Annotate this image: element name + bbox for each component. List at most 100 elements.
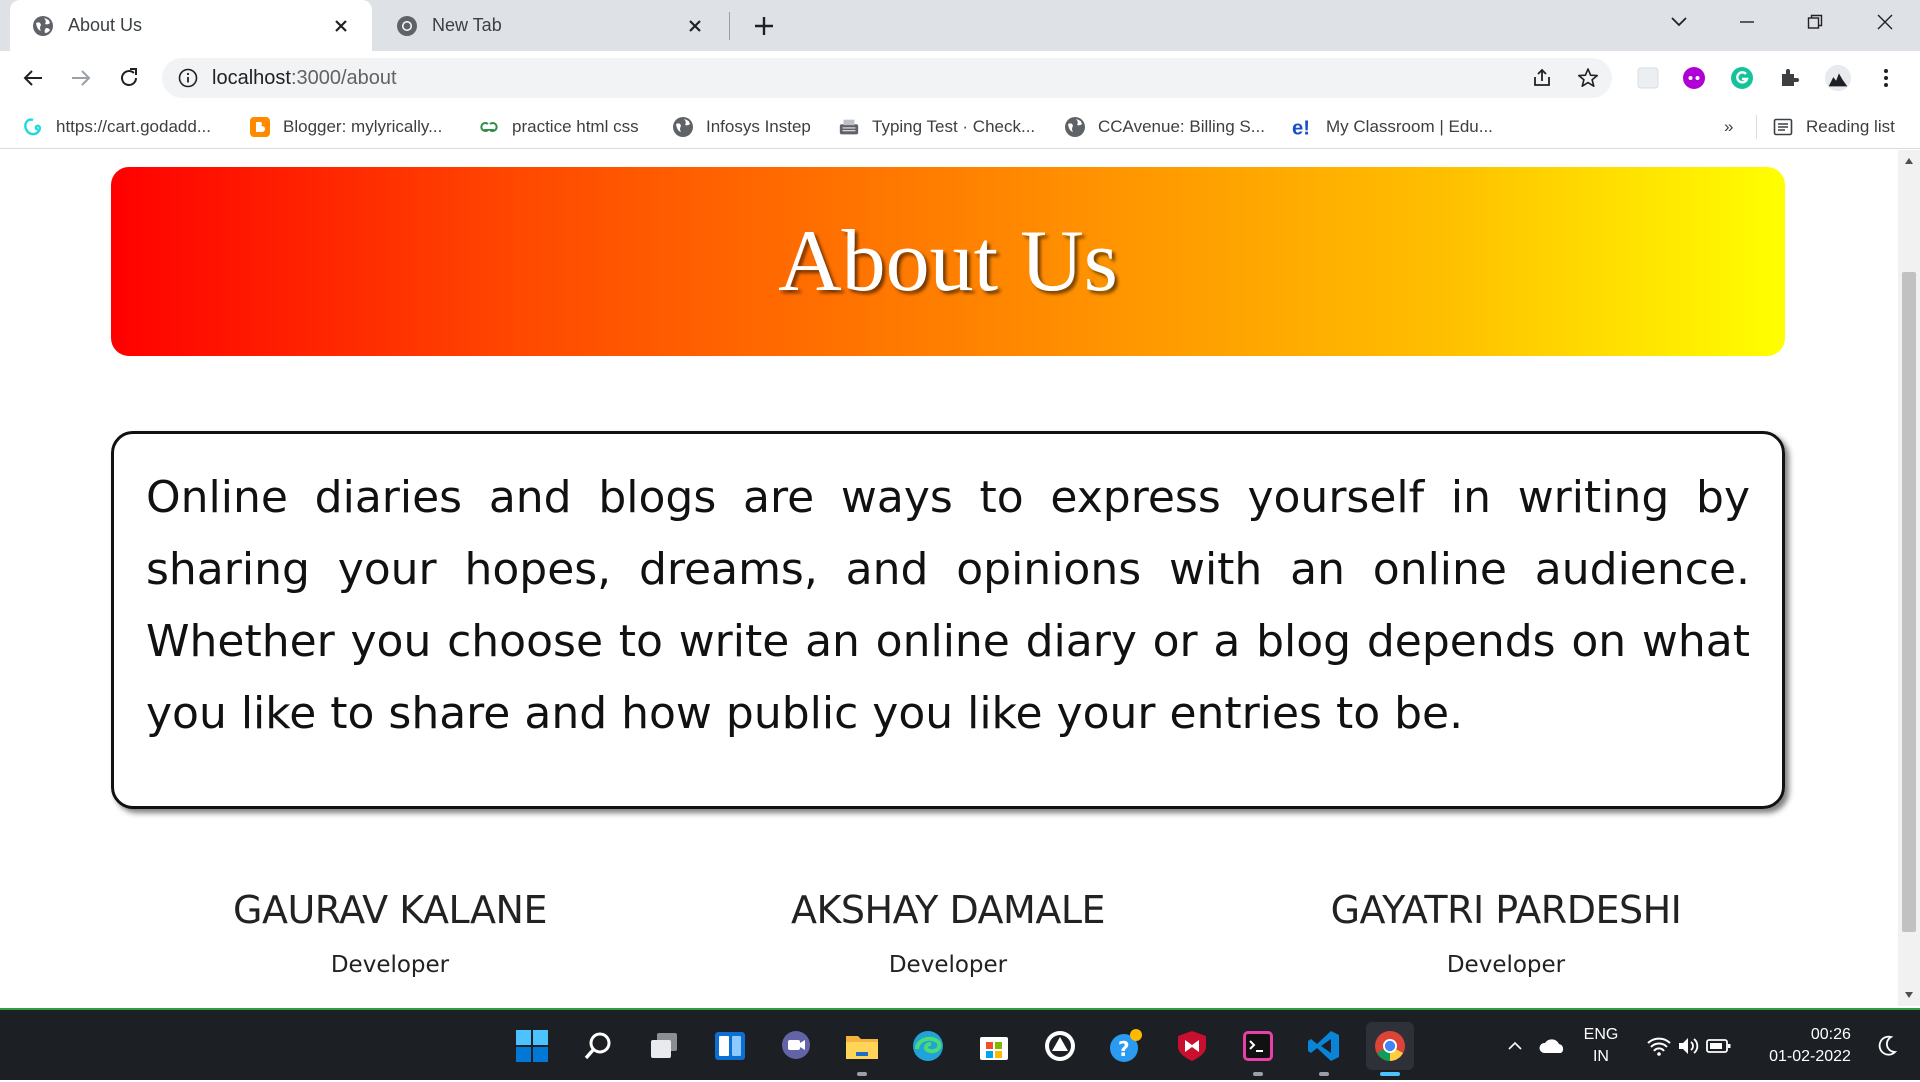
url-host: localhost	[212, 66, 291, 89]
teams-chat-button[interactable]	[772, 1022, 820, 1070]
bookmark-item[interactable]: Typing Test · Check...	[838, 113, 1035, 141]
blogger-icon	[249, 116, 271, 138]
language-indicator[interactable]: ENG IN	[1576, 1010, 1626, 1082]
bookmark-star-icon[interactable]	[1576, 66, 1600, 90]
clock-date: 01-02-2022	[1769, 1048, 1851, 1065]
search-button[interactable]	[574, 1022, 622, 1070]
globe-icon	[1064, 116, 1086, 138]
shield-icon	[1178, 1031, 1206, 1061]
team-member-card: GAYATRI PARDESHI Developer	[1226, 888, 1786, 978]
ubuntu-app-button[interactable]	[1036, 1022, 1084, 1070]
running-indicator	[857, 1072, 867, 1076]
vscode-icon	[1308, 1031, 1339, 1061]
tab-search-button[interactable]	[1646, 0, 1712, 44]
extensions-puzzle-icon[interactable]	[1776, 64, 1804, 92]
battery-icon	[1706, 1039, 1731, 1053]
arrow-right-icon	[72, 70, 91, 86]
tab-new-tab[interactable]: New Tab	[374, 0, 726, 51]
extension-purple-icon[interactable]	[1680, 64, 1708, 92]
tab-about-us[interactable]: About Us	[10, 0, 372, 51]
reload-button[interactable]	[112, 61, 146, 95]
page-title: About Us	[778, 213, 1118, 310]
close-tab-icon[interactable]	[682, 13, 708, 39]
task-view-button[interactable]	[640, 1022, 688, 1070]
team-member-card: GAURAV KALANE Developer	[110, 888, 670, 978]
file-explorer-button[interactable]	[838, 1022, 886, 1076]
vscode-button[interactable]	[1300, 1022, 1348, 1076]
member-name: GAYATRI PARDESHI	[1330, 888, 1682, 932]
chrome-icon	[396, 15, 418, 37]
active-indicator	[1380, 1072, 1400, 1076]
bookmark-label: https://cart.godadd...	[56, 117, 211, 136]
minimize-button[interactable]	[1714, 0, 1780, 44]
store-button[interactable]	[970, 1022, 1018, 1070]
restore-icon	[1807, 14, 1823, 29]
svg-text:e!: e!	[1292, 117, 1310, 139]
language-code: ENG	[1583, 1026, 1619, 1043]
chrome-menu-button[interactable]	[1872, 64, 1900, 92]
running-indicator	[1253, 1072, 1263, 1076]
bookmark-item[interactable]: https://cart.godadd...	[22, 113, 211, 141]
chevron-down-icon	[1671, 17, 1687, 27]
quick-settings-button[interactable]	[1642, 1010, 1736, 1082]
help-icon: ?	[1110, 1029, 1142, 1062]
overflow-chevron: »	[1724, 117, 1734, 136]
member-role: Developer	[330, 952, 450, 978]
close-tab-icon[interactable]	[328, 13, 354, 39]
mcafee-button[interactable]	[1168, 1022, 1216, 1070]
bookmark-item[interactable]: e! My Classroom | Edu...	[1292, 113, 1493, 141]
bookmark-label: CCAvenue: Billing S...	[1098, 117, 1265, 136]
share-icon[interactable]	[1530, 66, 1554, 90]
edge-button[interactable]	[904, 1022, 952, 1070]
extension-blank-icon[interactable]	[1634, 64, 1662, 92]
scroll-down-arrow-icon[interactable]	[1898, 984, 1920, 1006]
scroll-up-arrow-icon[interactable]	[1898, 150, 1920, 172]
bookmark-item[interactable]: CCAvenue: Billing S...	[1064, 113, 1265, 141]
folder-icon	[846, 1036, 878, 1059]
bookmarks-overflow-button[interactable]: »	[1724, 113, 1733, 141]
restore-button[interactable]	[1782, 0, 1848, 44]
info-icon[interactable]	[178, 68, 198, 88]
moon-icon	[1878, 1035, 1897, 1056]
search-icon	[584, 1032, 611, 1060]
svg-text:?: ?	[1118, 1037, 1130, 1061]
page-scrollbar[interactable]	[1898, 150, 1920, 1006]
reload-icon	[121, 68, 137, 86]
onedrive-button[interactable]	[1534, 1010, 1570, 1082]
godaddy-icon	[22, 116, 44, 138]
wifi-icon	[1647, 1037, 1671, 1056]
tab-title: About Us	[68, 15, 143, 35]
terminal-button[interactable]	[1234, 1022, 1282, 1076]
widgets-button[interactable]	[706, 1022, 754, 1070]
reading-list-button[interactable]: Reading list	[1772, 113, 1895, 141]
terminal-icon	[1243, 1031, 1273, 1061]
start-button[interactable]	[508, 1022, 556, 1070]
grammarly-icon[interactable]	[1728, 64, 1756, 92]
help-app-button[interactable]: ?	[1102, 1022, 1150, 1070]
bookmark-item[interactable]: practice html css	[478, 113, 639, 141]
bookmarks-bar: https://cart.godadd... Blogger: mylyrica…	[0, 105, 1920, 149]
profile-avatar[interactable]	[1824, 64, 1852, 92]
bookmark-item[interactable]: Infosys Instep	[672, 113, 811, 141]
bookmark-label: Typing Test · Check...	[872, 117, 1036, 136]
kebab-menu-icon	[1884, 69, 1888, 87]
new-tab-button[interactable]	[748, 10, 780, 42]
page-viewport: About Us Online diaries and blogs are wa…	[0, 150, 1898, 1006]
task-view-icon	[651, 1033, 677, 1058]
gfg-icon	[478, 116, 500, 138]
forward-button[interactable]	[64, 61, 98, 95]
show-hidden-icons-button[interactable]	[1500, 1010, 1530, 1082]
scroll-thumb[interactable]	[1902, 272, 1916, 932]
notifications-button[interactable]	[1872, 1010, 1902, 1082]
back-button[interactable]	[16, 61, 50, 95]
bookmark-item[interactable]: Blogger: mylyrically...	[249, 113, 442, 141]
close-window-button[interactable]	[1852, 0, 1918, 44]
reading-list-label: Reading list	[1806, 117, 1895, 136]
globe-icon	[672, 116, 694, 138]
minimize-icon	[1740, 21, 1754, 23]
clock-button[interactable]: 00:26 01-02-2022	[1750, 1010, 1870, 1082]
address-bar[interactable]: localhost:3000/about	[162, 58, 1612, 98]
chevron-up-icon	[1508, 1041, 1522, 1050]
arrow-left-icon	[23, 70, 42, 86]
chrome-button[interactable]	[1366, 1022, 1414, 1076]
